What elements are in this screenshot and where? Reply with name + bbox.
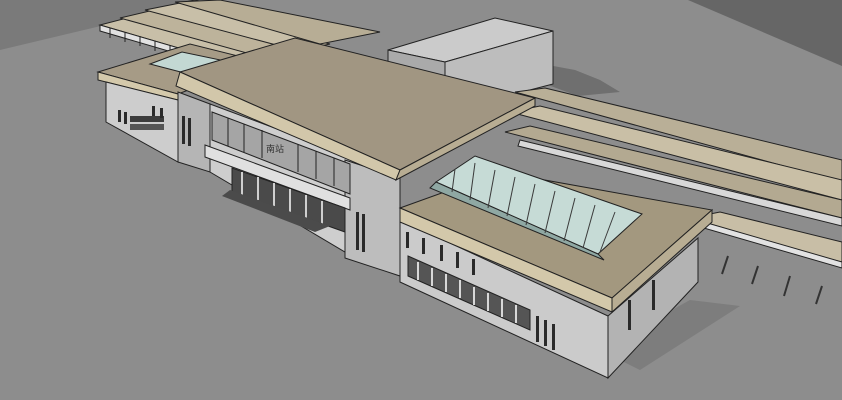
facade-sign: 南站 — [266, 143, 284, 155]
model-viewport[interactable]: 南站 — [0, 0, 842, 400]
scene-canvas: 南站 — [0, 0, 842, 400]
